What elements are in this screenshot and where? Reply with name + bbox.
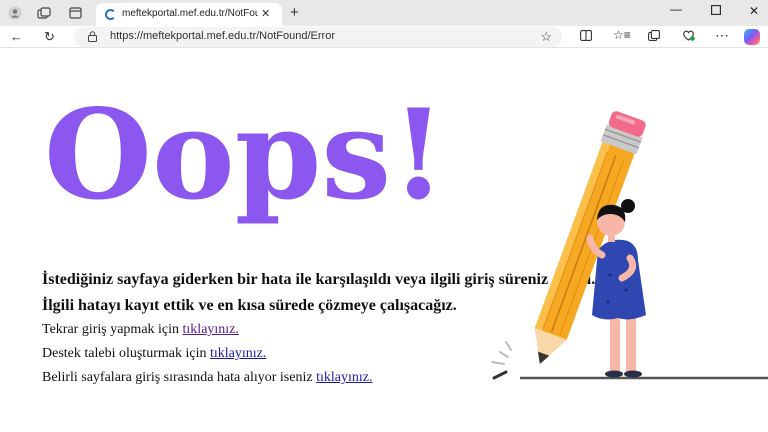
favicon-icon bbox=[105, 9, 116, 20]
favorite-star-icon[interactable]: ☆ bbox=[540, 29, 552, 45]
page-access-link[interactable]: tıklayınız. bbox=[316, 370, 372, 385]
new-tab-icon[interactable]: + bbox=[290, 4, 299, 21]
page-access-text: Belirli sayfalara giriş sırasında hata a… bbox=[42, 370, 317, 385]
error-message-line-2: İlgili hatayı kayıt ettik ve en kısa sür… bbox=[42, 297, 457, 314]
tab-title: meftekportal.mef.edu.tr/NotFound bbox=[122, 8, 258, 19]
profile-icon[interactable] bbox=[6, 5, 24, 21]
split-screen-icon[interactable] bbox=[580, 30, 592, 44]
copilot-icon[interactable] bbox=[744, 29, 760, 45]
page-access-row: Belirli sayfalara giriş sırasında hata a… bbox=[42, 370, 372, 386]
minimize-icon[interactable]: — bbox=[670, 2, 682, 16]
support-text: Destek talebi oluşturmak için bbox=[42, 346, 210, 361]
relogin-link[interactable]: tıklayınız. bbox=[183, 322, 239, 337]
url-field[interactable]: https://meftekportal.mef.edu.tr/NotFound… bbox=[74, 27, 562, 47]
refresh-icon[interactable]: ↻ bbox=[44, 29, 55, 45]
active-tab[interactable]: meftekportal.mef.edu.tr/NotFound ✕ bbox=[96, 3, 282, 26]
lock-icon[interactable] bbox=[88, 31, 97, 42]
address-bar: ← ↻ https://meftekportal.mef.edu.tr/NotF… bbox=[0, 26, 768, 48]
collections-icon[interactable] bbox=[648, 30, 660, 44]
window-close-icon[interactable]: ✕ bbox=[749, 4, 759, 18]
back-icon[interactable]: ← bbox=[10, 29, 23, 44]
tab-bar: meftekportal.mef.edu.tr/NotFound ✕ + — ✕ bbox=[0, 0, 768, 26]
browser-essentials-icon[interactable] bbox=[682, 30, 695, 44]
oops-headline: Oops! bbox=[44, 83, 446, 228]
favorites-icon[interactable]: ☆≡ bbox=[613, 28, 631, 42]
tab-actions-icon[interactable] bbox=[66, 5, 84, 21]
maximize-icon[interactable] bbox=[711, 4, 721, 18]
relogin-text: Tekrar giriş yapmak için bbox=[42, 322, 183, 337]
close-icon[interactable]: ✕ bbox=[261, 7, 270, 20]
relogin-row: Tekrar giriş yapmak için tıklayınız. bbox=[42, 322, 239, 338]
support-link[interactable]: tıklayınız. bbox=[210, 346, 266, 361]
url-text: https://meftekportal.mef.edu.tr/NotFound… bbox=[110, 30, 335, 42]
pencil-girl-illustration bbox=[491, 111, 768, 380]
support-row: Destek talebi oluşturmak için tıklayınız… bbox=[42, 346, 266, 362]
workspaces-icon[interactable] bbox=[35, 5, 53, 21]
more-icon[interactable]: ⋯ bbox=[715, 27, 729, 44]
